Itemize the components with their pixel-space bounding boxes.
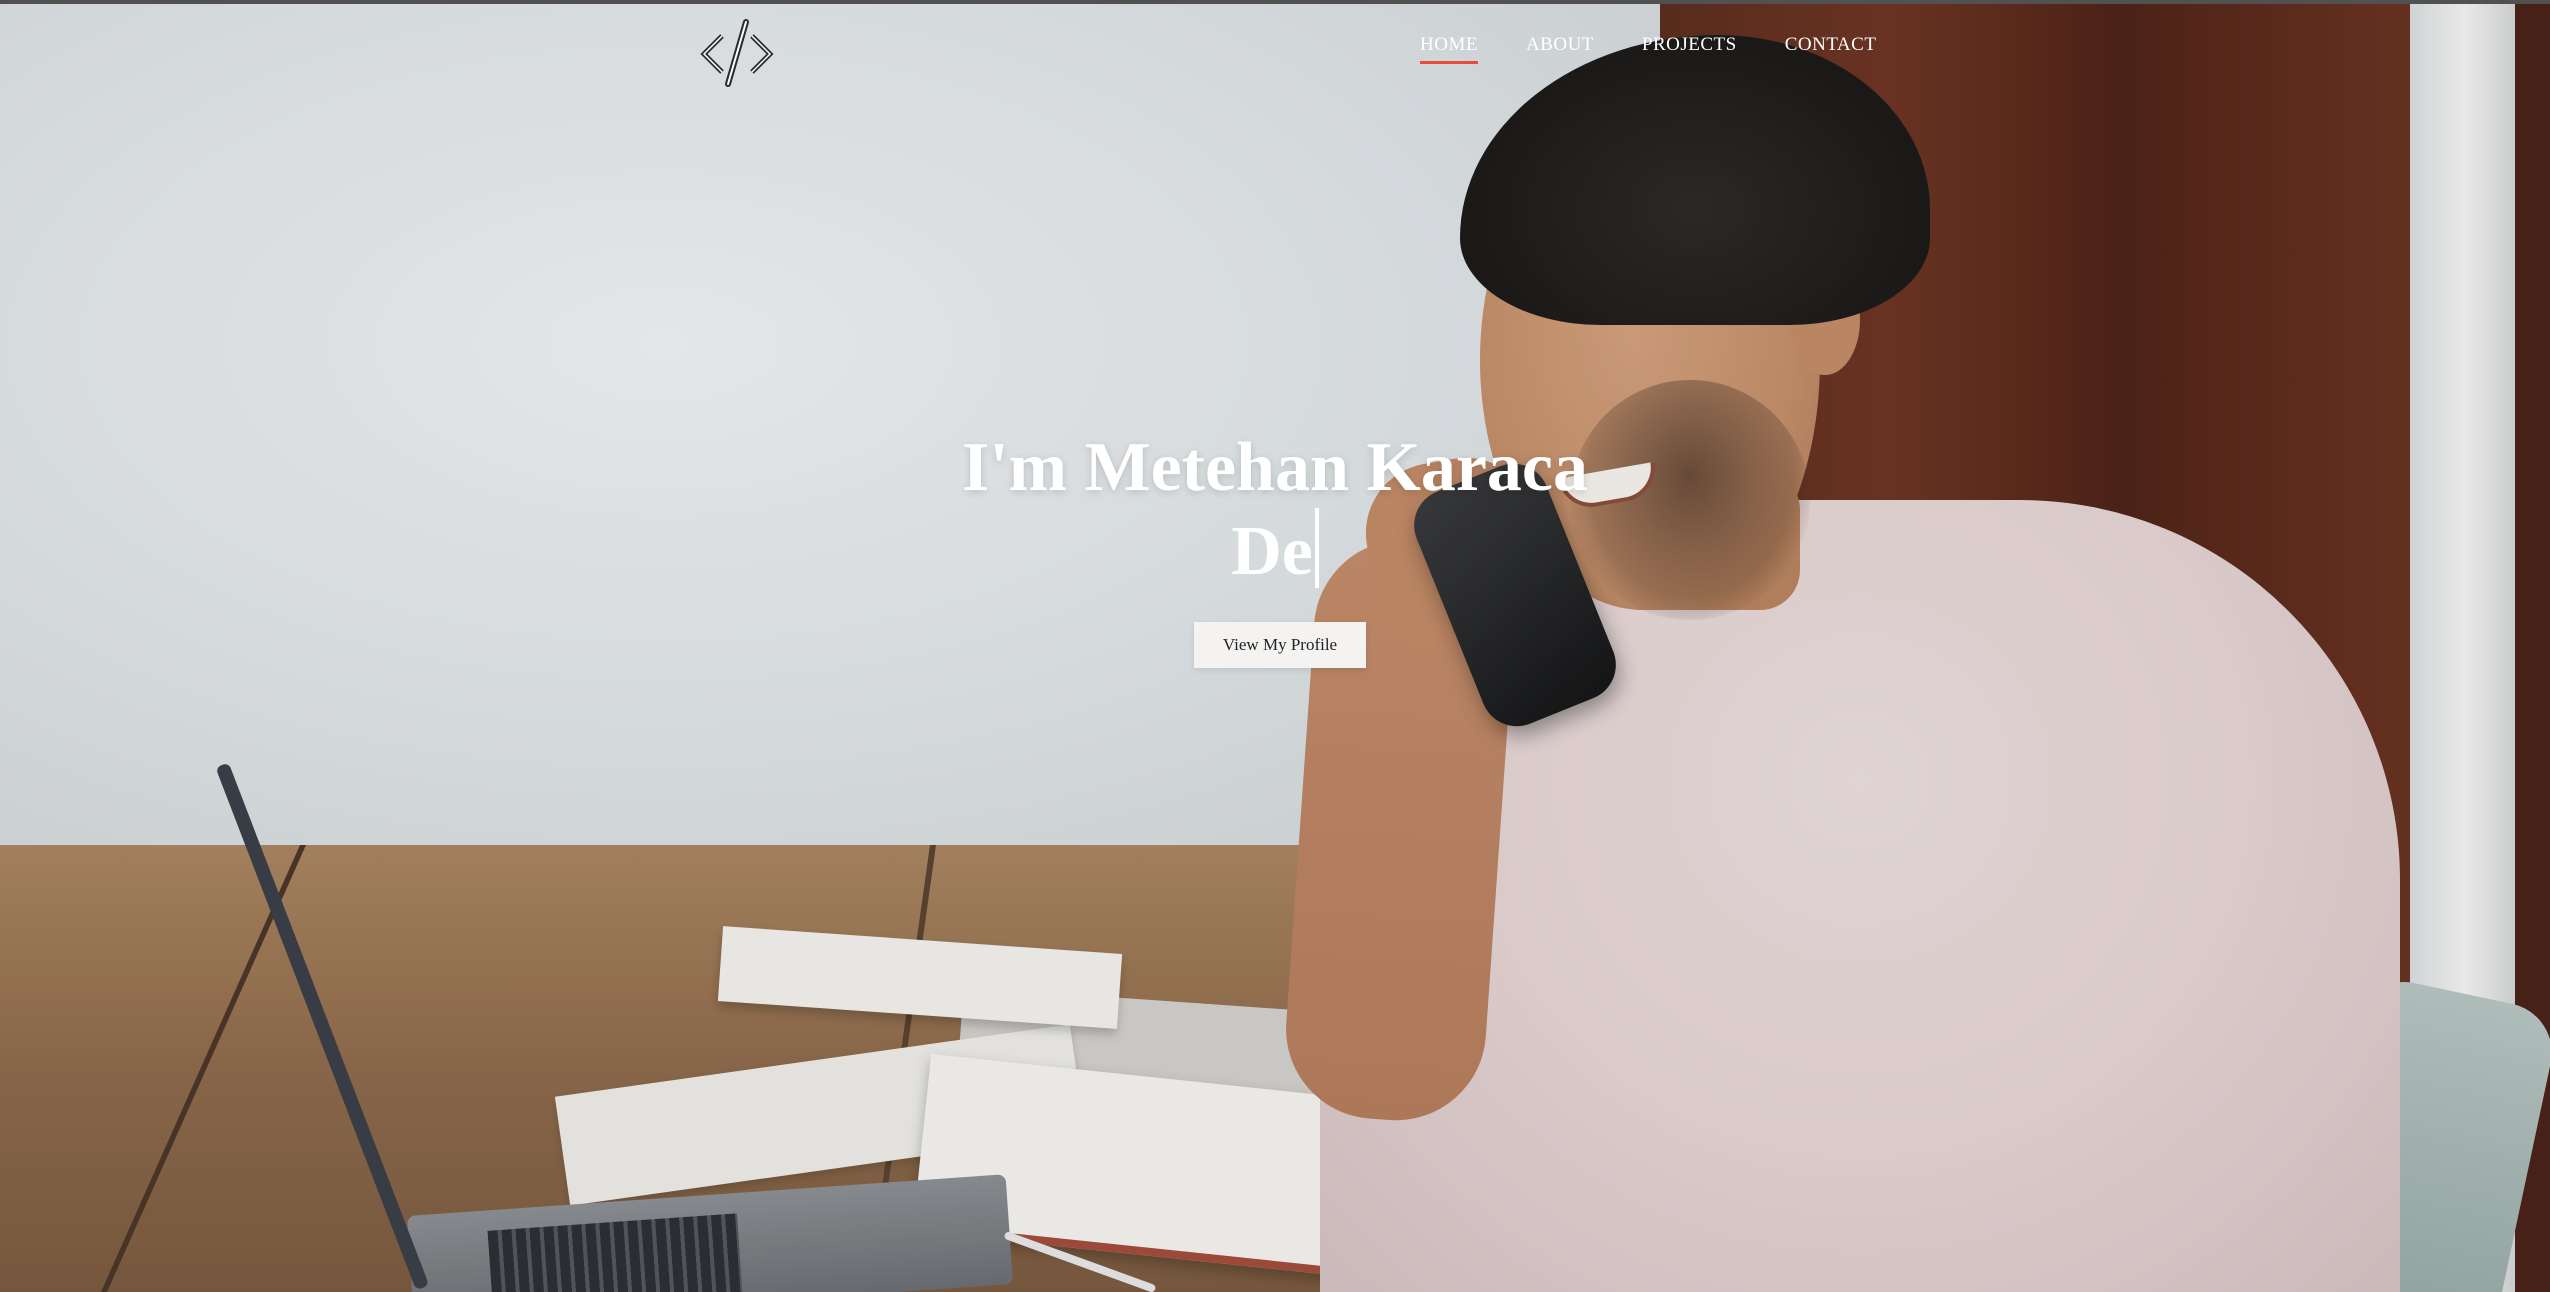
nav-home-link[interactable]: HOME	[1420, 34, 1478, 64]
nav-about-link[interactable]: ABOUT	[1526, 34, 1594, 62]
typing-cursor	[1314, 508, 1319, 588]
hero-section: HOME ABOUT PROJECTS CONTACT I'm Metehan …	[0, 0, 2550, 1292]
nav-projects-link[interactable]: PROJECTS	[1642, 34, 1737, 62]
typed-role-value: De	[1231, 513, 1313, 590]
typed-role-text: De	[0, 508, 2550, 591]
nav-contact-link[interactable]: CONTACT	[1785, 34, 1877, 62]
hero-title: I'm Metehan Karaca	[962, 429, 1588, 506]
main-nav: HOME ABOUT PROJECTS CONTACT	[1420, 34, 1877, 64]
code-brackets-icon[interactable]	[700, 18, 774, 90]
view-profile-button[interactable]: View My Profile	[1194, 622, 1366, 668]
logo-svg	[700, 19, 774, 87]
